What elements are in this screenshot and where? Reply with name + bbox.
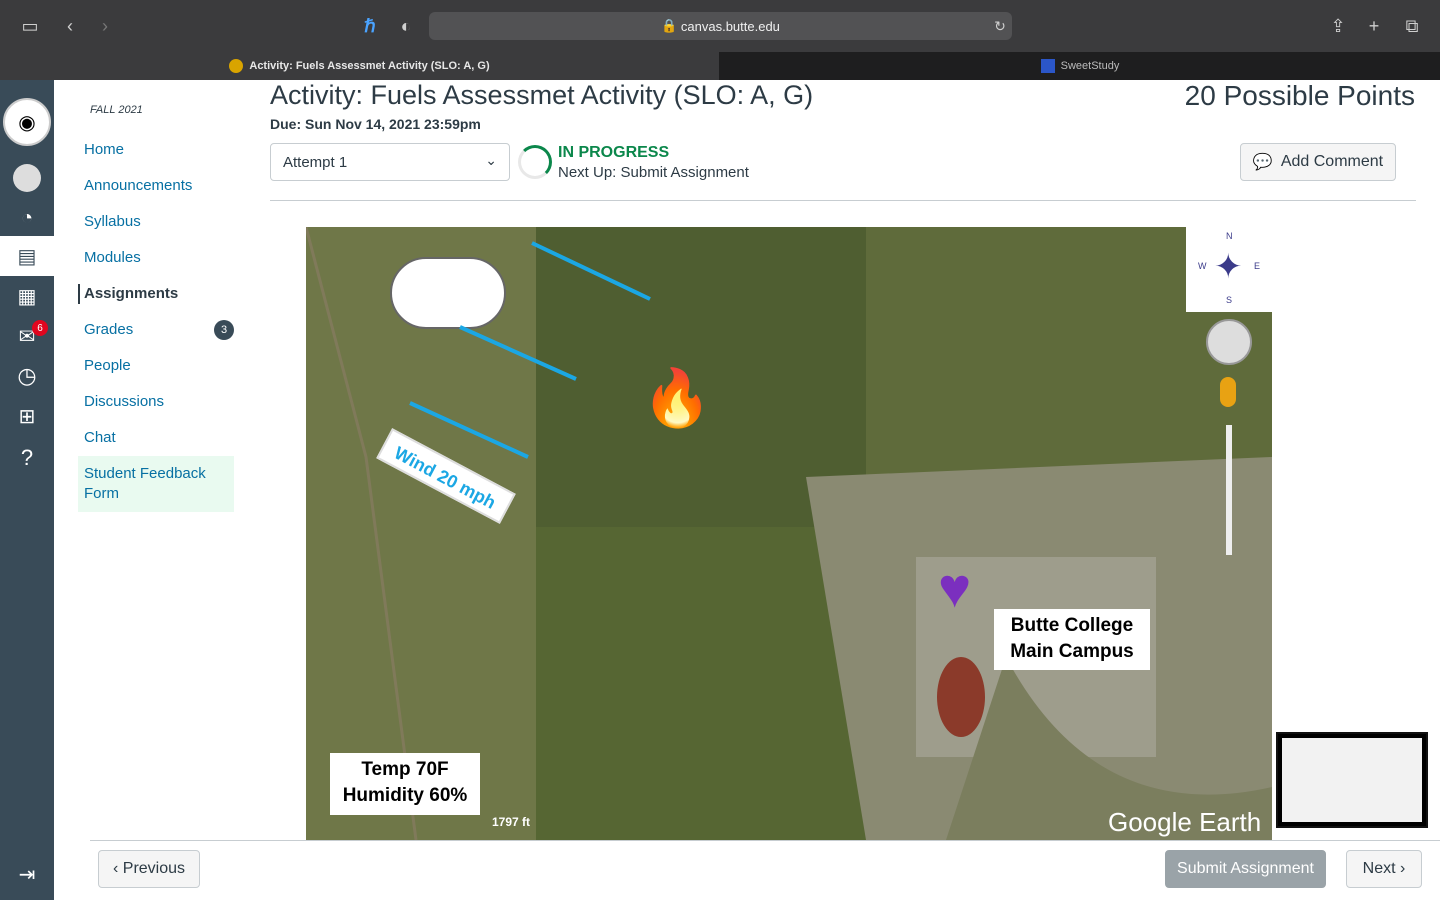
canvas-favicon-icon xyxy=(229,59,244,73)
tab-assignment[interactable]: Activity: Fuels Assessmet Activity (SLO:… xyxy=(0,52,719,80)
previous-button[interactable]: ‹ Previous xyxy=(98,850,200,888)
term-label: FALL 2021 xyxy=(90,104,143,116)
tabs-overview-icon[interactable]: ⧉ xyxy=(1400,14,1424,38)
due-date: Due: Sun Nov 14, 2021 23:59pm xyxy=(270,116,481,132)
extension-icon[interactable]: ℏ xyxy=(358,14,382,38)
comment-icon: 💬 xyxy=(1252,154,1273,171)
status-text: IN PROGRESS xyxy=(558,144,670,161)
thumbnail-content xyxy=(1282,738,1422,822)
attempt-value: Attempt 1 xyxy=(283,153,348,171)
compass-e: E xyxy=(1254,261,1261,271)
sweetstudy-favicon-icon xyxy=(1040,59,1055,73)
nav-grades[interactable]: Grades xyxy=(84,320,133,340)
wind-arrows xyxy=(409,241,651,459)
zoom-slider[interactable] xyxy=(1226,425,1232,555)
divider xyxy=(270,200,1416,201)
compass-n: N xyxy=(1226,231,1233,241)
humidity-text: Humidity 60% xyxy=(342,785,468,806)
commons-icon[interactable]: ⊞ xyxy=(11,400,43,432)
nav-home[interactable]: Home xyxy=(84,140,124,160)
compass-rose-icon: N E S W ✦ xyxy=(1198,231,1260,305)
inbox-badge: 6 xyxy=(32,320,48,336)
tab-bar: Activity: Fuels Assessmet Activity (SLO:… xyxy=(0,52,1440,80)
forward-icon[interactable]: › xyxy=(93,14,117,38)
chevron-left-icon: ‹ xyxy=(112,860,123,877)
compass-s: S xyxy=(1226,295,1233,305)
history-icon[interactable]: ◷ xyxy=(11,360,43,392)
compass-star-icon: ✦ xyxy=(1214,248,1243,286)
nav-assignments[interactable]: Assignments xyxy=(78,284,178,304)
add-comment-button[interactable]: 💬 Add Comment xyxy=(1240,143,1396,181)
sidebar-toggle-icon[interactable]: ▭ xyxy=(18,14,42,38)
share-icon[interactable]: ⇪ xyxy=(1326,14,1350,38)
college-logo[interactable]: ◉ xyxy=(3,98,51,146)
global-navigation: ◉ ◔ ▤ ▦ ✉ 6 ◷ ⊞ ? ⇥ xyxy=(0,80,54,900)
campus-line-1: Butte College xyxy=(1010,615,1134,636)
calendar-icon[interactable]: ▦ xyxy=(11,280,43,312)
weather-label: Temp 70F Humidity 60% xyxy=(330,753,480,815)
google-earth-logo: Google Earth xyxy=(1108,807,1262,837)
scale-label: 1797 ft xyxy=(492,815,531,829)
nav-discussions[interactable]: Discussions xyxy=(84,392,164,412)
compass-w: W xyxy=(1198,261,1207,271)
nav-modules[interactable]: Modules xyxy=(84,248,141,268)
temp-text: Temp 70F xyxy=(361,759,449,780)
chevron-down-icon: ⌄ xyxy=(485,152,497,168)
nav-chat[interactable]: Chat xyxy=(84,428,116,448)
campus-label: Butte College Main Campus xyxy=(994,609,1150,670)
submit-assignment-button[interactable]: Submit Assignment xyxy=(1165,850,1326,888)
tab-sweetstudy[interactable]: SweetStudy xyxy=(720,52,1440,80)
possible-points: 20 Possible Points xyxy=(1184,80,1415,111)
nav-student-feedback-form[interactable]: Student Feedback Form xyxy=(84,464,224,504)
heart-icon: ♥ xyxy=(938,556,972,619)
shield-icon[interactable]: ◐ xyxy=(394,14,418,38)
next-up-text: Next Up: Submit Assignment xyxy=(558,164,749,181)
nav-syllabus[interactable]: Syllabus xyxy=(84,212,141,232)
grades-badge: 3 xyxy=(214,320,234,340)
help-icon[interactable]: ? xyxy=(11,442,43,474)
url-text: canvas.butte.edu xyxy=(680,18,780,34)
screenshot-thumbnail[interactable] xyxy=(1276,732,1428,828)
courses-icon[interactable]: ▤ xyxy=(11,240,43,272)
collapse-nav-icon[interactable]: ⇥ xyxy=(11,858,43,890)
nav-announcements[interactable]: Announcements xyxy=(84,176,192,196)
back-icon[interactable]: ‹ xyxy=(58,14,82,38)
next-button[interactable]: Next › xyxy=(1346,850,1422,888)
assignment-title: Activity: Fuels Assessmet Activity (SLO:… xyxy=(270,80,814,110)
fire-icon: 🔥 xyxy=(642,366,712,429)
pan-control-icon[interactable] xyxy=(1206,319,1252,365)
campus-line-2: Main Campus xyxy=(1010,641,1134,662)
nav-people[interactable]: People xyxy=(84,356,131,376)
chevron-right-icon: › xyxy=(1395,860,1406,877)
dashboard-icon[interactable]: ◔ xyxy=(11,202,43,234)
account-icon[interactable] xyxy=(11,162,43,194)
lock-icon: 🔒 xyxy=(661,18,681,33)
attempt-select[interactable]: Attempt 1 ⌄ xyxy=(270,143,510,181)
reload-icon[interactable]: ↻ xyxy=(988,14,1012,38)
browser-toolbar: ▭ ‹ › ℏ ◐ 🔒 canvas.butte.edu ↻ ⇪ + ⧉ xyxy=(0,0,1440,52)
new-tab-icon[interactable]: + xyxy=(1362,14,1386,38)
pegman-icon[interactable] xyxy=(1220,377,1236,407)
fuels-map-image: 🔥 Wind 20 mph ♥ Butte College Main Campus… xyxy=(306,227,1272,840)
progress-ring-icon xyxy=(518,145,552,179)
url-bar[interactable]: 🔒 canvas.butte.edu xyxy=(429,12,1012,40)
